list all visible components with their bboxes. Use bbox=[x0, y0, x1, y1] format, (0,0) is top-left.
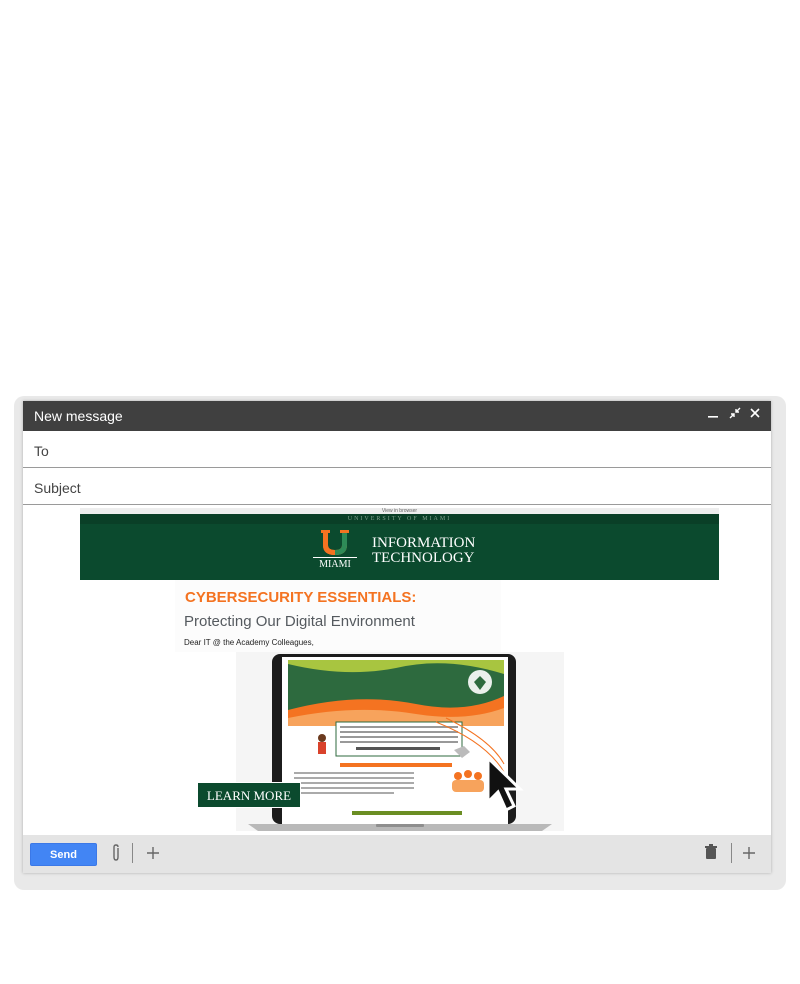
department-title: INFORMATION TECHNOLOGY bbox=[372, 536, 475, 566]
um-u-logo bbox=[321, 530, 349, 555]
toolbar-divider-right bbox=[731, 843, 732, 863]
it-banner: UNIVERSITY OF MIAMI MIAMI INFORMATION TE… bbox=[80, 514, 719, 580]
email-subheadline: Protecting Our Digital Environment bbox=[184, 613, 415, 630]
compose-window: New message To Subject View in browser U… bbox=[23, 401, 771, 873]
trash-icon[interactable] bbox=[701, 844, 721, 864]
compose-toolbar: Send bbox=[23, 835, 771, 873]
department-line1: INFORMATION bbox=[372, 535, 476, 551]
send-button[interactable]: Send bbox=[30, 843, 97, 866]
more-options-plus-icon[interactable] bbox=[739, 844, 759, 864]
subject-field: Subject bbox=[23, 468, 771, 505]
paperclip-icon[interactable] bbox=[106, 844, 126, 864]
subject-input[interactable] bbox=[93, 474, 753, 498]
learn-more-button[interactable]: LEARN MORE bbox=[197, 782, 301, 808]
plus-icon[interactable] bbox=[143, 844, 163, 864]
pop-out-icon[interactable] bbox=[727, 407, 743, 423]
compose-title: New message bbox=[34, 408, 123, 424]
headline-block: CYBERSECURITY ESSENTIALS: Protecting Our… bbox=[175, 580, 501, 652]
compose-titlebar: New message bbox=[23, 401, 771, 431]
minimize-icon[interactable] bbox=[705, 407, 721, 423]
to-field: To bbox=[23, 431, 771, 468]
department-line2: TECHNOLOGY bbox=[372, 550, 475, 566]
toolbar-divider bbox=[132, 843, 133, 863]
close-icon[interactable] bbox=[747, 407, 763, 423]
subject-label: Subject bbox=[34, 480, 81, 496]
logo-divider bbox=[313, 557, 357, 558]
to-label: To bbox=[34, 443, 49, 459]
email-body[interactable]: View in browser UNIVERSITY OF MIAMI MIAM… bbox=[80, 508, 719, 831]
university-strip: UNIVERSITY OF MIAMI bbox=[80, 514, 719, 524]
email-headline: CYBERSECURITY ESSENTIALS: bbox=[185, 589, 417, 606]
to-input[interactable] bbox=[93, 437, 753, 461]
email-greeting: Dear IT @ the Academy Colleagues, bbox=[184, 638, 314, 647]
logo-wordmark: MIAMI bbox=[319, 559, 351, 570]
